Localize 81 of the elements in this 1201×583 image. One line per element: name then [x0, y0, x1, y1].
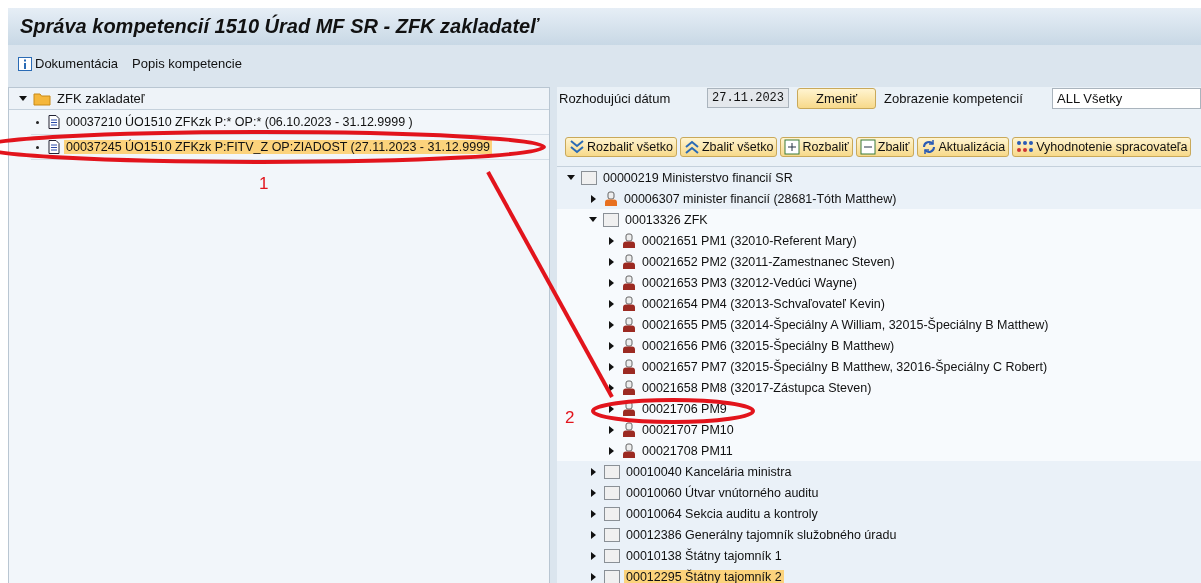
double-chevron-down-icon	[569, 140, 585, 154]
refresh-icon	[920, 139, 937, 155]
expand-arrow-icon[interactable]	[609, 383, 614, 392]
tree-item[interactable]: 00010138 Štátny tajomník 1	[624, 548, 784, 563]
tree-item[interactable]: 00021707 PM10	[640, 422, 736, 437]
people-grid-icon	[1016, 139, 1035, 155]
tree-toolbar-button[interactable]: Vyhodnotenie spracovateľa	[1012, 137, 1192, 157]
tree-toolbar-button[interactable]: Zbaliť	[855, 137, 914, 157]
minus-box-icon	[859, 139, 876, 155]
box-icon	[604, 548, 620, 563]
folder-icon	[33, 91, 51, 106]
collapse-arrow-icon[interactable]	[19, 96, 27, 101]
tree-item[interactable]: 00010040 Kancelária ministra	[624, 464, 794, 479]
tree-item[interactable]: 00013326 ZFK	[623, 212, 710, 227]
change-button[interactable]: Zmeniť	[797, 87, 876, 109]
tree-toolbar-button[interactable]: Rozbaliť všetko	[565, 137, 677, 157]
bullet-icon	[36, 145, 39, 149]
tree-toolbar-button[interactable]: Aktualizácia	[916, 137, 1010, 157]
box-icon	[604, 464, 620, 479]
toolbar-button[interactable]: Popis kompetencie	[132, 56, 242, 71]
person-icon	[622, 295, 636, 312]
tree-item[interactable]: 00021706 PM9	[640, 401, 729, 416]
expand-arrow-icon[interactable]	[591, 530, 596, 539]
collapse-arrow-icon[interactable]	[589, 217, 597, 222]
tree-item[interactable]: 00006307 minister financií (28681-Tóth Matthew)	[622, 191, 899, 206]
date-label: Rozhodujúci dátum	[559, 90, 672, 106]
annotation-number: 1	[259, 174, 269, 194]
double-chevron-up-icon	[684, 140, 700, 154]
tree-item[interactable]: 00010064 Sekcia auditu a kontroly	[624, 506, 820, 521]
expand-arrow-icon[interactable]	[609, 404, 614, 413]
person-icon	[622, 337, 636, 354]
plus-box-icon	[784, 139, 801, 155]
expand-arrow-icon[interactable]	[591, 194, 596, 203]
person-icon	[622, 421, 636, 438]
tree-item[interactable]: 00000219 Ministerstvo financií SR	[601, 170, 795, 185]
expand-arrow-icon[interactable]	[591, 467, 596, 476]
person-icon	[622, 316, 636, 333]
view-dropdown[interactable]: ALL Všetky	[1052, 87, 1201, 109]
expand-arrow-icon[interactable]	[609, 425, 614, 434]
tree-item[interactable]: 00012386 Generálny tajomník služobného úradu	[624, 527, 899, 542]
expand-arrow-icon[interactable]	[609, 236, 614, 245]
date-field[interactable]: 27.11.2023	[707, 88, 789, 108]
tree-item[interactable]: 00037245 ÚO1510 ZFKzk P:FITV_Z OP:ZIADOST (27.11.2023 - 31.12.9999	[64, 140, 493, 154]
annotation-number: 2	[565, 408, 575, 428]
box-icon	[604, 485, 620, 500]
document-icon	[48, 115, 60, 129]
person-icon	[622, 274, 636, 291]
box-icon	[604, 506, 620, 521]
tree-item[interactable]: 00037210 ÚO1510 ZFKzk P:* OP:* (06.10.2023 - 31.12.9999 )	[64, 115, 415, 129]
person-icon	[622, 442, 636, 459]
person-icon	[622, 379, 636, 396]
window-title: Správa kompetencií 1510 Úrad MF SR - ZFK zakladateľ	[8, 8, 1201, 45]
tree-item[interactable]: 00010060 Útvar vnútorného auditu	[624, 485, 821, 500]
expand-arrow-icon[interactable]	[609, 299, 614, 308]
expand-arrow-icon[interactable]	[591, 572, 596, 581]
person-icon	[622, 253, 636, 270]
tree-toolbar-button[interactable]: Rozbaliť	[780, 137, 853, 157]
toolbar-button[interactable]: Dokumentácia	[18, 56, 119, 71]
expand-arrow-icon[interactable]	[609, 257, 614, 266]
box-icon	[581, 170, 597, 185]
bullet-icon	[36, 120, 39, 124]
tree-toolbar-button[interactable]: Zbaliť všetko	[680, 137, 778, 157]
tree-item[interactable]: 00012295 Štátny tajomník 2	[624, 569, 784, 583]
expand-arrow-icon[interactable]	[591, 551, 596, 560]
document-icon	[48, 140, 60, 154]
tree-item[interactable]: ZFK zakladateľ	[55, 91, 147, 106]
info-icon	[18, 56, 32, 71]
expand-arrow-icon[interactable]	[609, 278, 614, 287]
expand-arrow-icon[interactable]	[609, 362, 614, 371]
tree-item[interactable]: 00021708 PM11	[640, 443, 735, 458]
expand-arrow-icon[interactable]	[591, 488, 596, 497]
view-label: Zobrazenie kompetencií	[884, 90, 1024, 106]
person-icon	[622, 232, 636, 249]
expand-arrow-icon[interactable]	[591, 509, 596, 518]
person-icon	[622, 358, 636, 375]
box-icon	[604, 527, 620, 542]
expand-arrow-icon[interactable]	[609, 341, 614, 350]
collapse-arrow-icon[interactable]	[567, 175, 575, 180]
expand-arrow-icon[interactable]	[609, 320, 614, 329]
expand-arrow-icon[interactable]	[609, 446, 614, 455]
box-icon	[603, 212, 619, 227]
